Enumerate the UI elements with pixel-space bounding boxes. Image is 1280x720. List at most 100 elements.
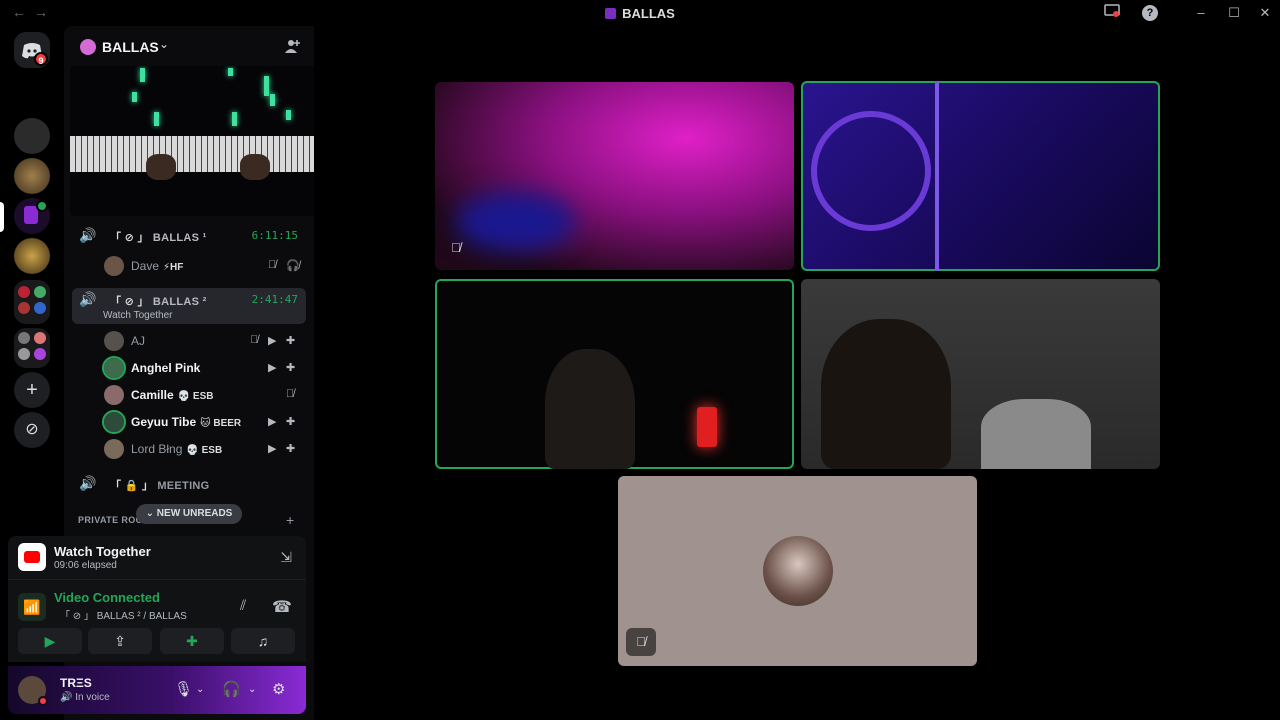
avatar [104, 256, 124, 276]
channel-name-text: BALLAS ² [152, 296, 207, 308]
video-tile[interactable] [801, 279, 1160, 469]
leave-activity-icon[interactable]: ⇲ [280, 549, 292, 566]
folder-server-icon [18, 302, 30, 314]
headphones-icon[interactable]: 🎧 [222, 680, 241, 698]
window-title: BALLAS [0, 6, 1280, 21]
speaker-icon: 🔊 [79, 227, 97, 243]
server-icon-ballas[interactable] [14, 198, 50, 234]
new-unreads-button[interactable]: ⌄ NEW UNREADS [136, 504, 242, 524]
video-content [981, 399, 1091, 469]
folder-server-icon [18, 286, 30, 298]
deafened-icon: 🎧̸ [286, 260, 300, 272]
avatar [104, 439, 124, 459]
mic-muted-icon: 🎙̸ [451, 240, 461, 255]
server-folder[interactable] [14, 280, 50, 324]
video-content [697, 407, 717, 447]
settings-gear-icon[interactable]: ⚙ [272, 680, 285, 698]
watch-together-row[interactable]: Watch Together 09:06 elapsed ⇲ [8, 536, 306, 580]
activity-elapsed: 09:06 elapsed [54, 560, 117, 571]
mic-muted-icon: 🎙̸ [626, 628, 656, 656]
channel-name-text: BALLAS ¹ [152, 232, 207, 244]
voice-channel-name: 「 ⊘ 」 BALLAS ¹ [110, 229, 207, 245]
voice-channel-meeting[interactable]: 🔊 「 🔒 」 MEETING [72, 472, 306, 508]
chevron-down-icon[interactable]: ⌄ [248, 684, 256, 695]
piano-note [264, 76, 269, 96]
piano-note [140, 68, 145, 82]
server-emblem-icon [80, 39, 96, 55]
microphone-icon[interactable]: 🎙 [174, 680, 193, 698]
window-title-text: BALLAS [622, 6, 675, 21]
activity-icon: ✚ [286, 416, 296, 428]
voice-status-channel[interactable]: 「 ⊘ 」 BALLAS ² / BALLAS [60, 607, 187, 622]
home-button[interactable]: 9 [14, 32, 50, 68]
title-bar: ← → BALLAS ? – ☐ ✕ [0, 0, 1280, 26]
screen-share-button[interactable]: ⇪ [88, 628, 152, 654]
activities-button[interactable]: ✚ [160, 628, 224, 654]
channel-activity: Watch Together [103, 310, 173, 321]
signal-icon: 📶 [18, 593, 46, 621]
server-header[interactable]: BALLAS ⌄ [64, 26, 314, 68]
video-content [821, 319, 951, 469]
voice-user[interactable]: AJ 🎙̸ ▶ ✚ [104, 329, 304, 353]
active-server-pill [0, 202, 4, 232]
avatar [102, 356, 126, 380]
help-icon[interactable]: ? [1142, 5, 1158, 21]
voice-timer: 6:11:15 [251, 229, 298, 242]
server-icon[interactable] [14, 118, 50, 154]
avatar [102, 410, 126, 434]
speaker-icon: 🔊 [79, 475, 97, 491]
video-stage: 🎙̸ 🎙̸ [314, 26, 1280, 720]
video-tile[interactable] [801, 81, 1160, 271]
voice-user[interactable]: Camille 💀 ESB 🎙̸ [104, 383, 304, 407]
unread-badge: 9 [34, 52, 48, 66]
piano-note [270, 94, 275, 106]
minimize-button[interactable]: – [1192, 4, 1210, 22]
video-icon: ▶ [268, 362, 277, 374]
voice-user-name: Camille 💀 ESB [131, 388, 213, 402]
activity-title: Watch Together [54, 544, 151, 559]
piano-note [286, 110, 291, 120]
maximize-button[interactable]: ☐ [1225, 4, 1243, 22]
current-username[interactable]: TRΞS [60, 676, 92, 690]
disconnect-icon[interactable]: ☎ [272, 597, 292, 617]
voice-user[interactable]: Lord Błng 💀 ESB ▶ ✚ [104, 437, 304, 461]
chevron-down-icon[interactable]: ⌄ [196, 684, 204, 695]
voice-channel-ballas-2[interactable]: 🔊 「 ⊘ 」 BALLAS ² 2:41:47 Watch Together [72, 288, 306, 324]
camera-button[interactable]: ▶ [18, 628, 82, 654]
soundboard-button[interactable]: ♫ [231, 628, 295, 654]
video-tile[interactable]: 🎙̸ [435, 82, 794, 270]
video-content [935, 81, 939, 271]
voice-channel-name: 「 ⊘ 」 BALLAS ² [110, 293, 207, 309]
voice-status-title[interactable]: Video Connected [54, 590, 160, 605]
youtube-icon [18, 543, 46, 571]
voice-user[interactable]: Dave ⚡HF 🎙̸ 🎧̸ [104, 254, 304, 278]
piano-note [228, 68, 233, 76]
explore-servers-icon[interactable]: ⊘ [14, 412, 50, 448]
username: Geyuu Tibe [131, 415, 197, 429]
video-icon: ▶ [268, 416, 277, 428]
server-icon-prestige[interactable] [14, 238, 50, 274]
status-dot [38, 696, 48, 706]
server-folder[interactable] [14, 328, 50, 368]
avatar [104, 331, 124, 351]
username: Anghel Pink [131, 361, 201, 375]
add-server-button[interactable]: + [14, 372, 50, 408]
inbox-icon[interactable] [1103, 4, 1121, 22]
activity-panel: Watch Together 09:06 elapsed ⇲ 📶 Video C… [8, 536, 306, 662]
video-tile[interactable] [435, 279, 794, 469]
server-icon[interactable] [14, 158, 50, 194]
add-channel-icon[interactable]: + [286, 512, 294, 528]
close-button[interactable]: ✕ [1256, 4, 1274, 22]
video-tile[interactable]: 🎙̸ [618, 476, 977, 666]
voice-channel-name: 「 🔒 」 MEETING [110, 477, 210, 493]
username: AJ [131, 334, 146, 348]
invite-people-icon[interactable] [284, 38, 300, 58]
username: Lord Błng [131, 442, 183, 456]
noise-suppression-icon[interactable]: ⫽ [240, 597, 246, 614]
voice-user[interactable]: Anghel Pink ▶ ✚ [102, 356, 304, 380]
speaker-icon: 🔊 [79, 291, 97, 307]
voice-user[interactable]: Geyuu Tibe 🐱 BEER ▶ ✚ [102, 410, 304, 434]
server-name: BALLAS [102, 39, 159, 55]
category-private-rooms[interactable]: PRIVATE ROO [78, 515, 143, 525]
folder-server-icon [18, 332, 30, 344]
